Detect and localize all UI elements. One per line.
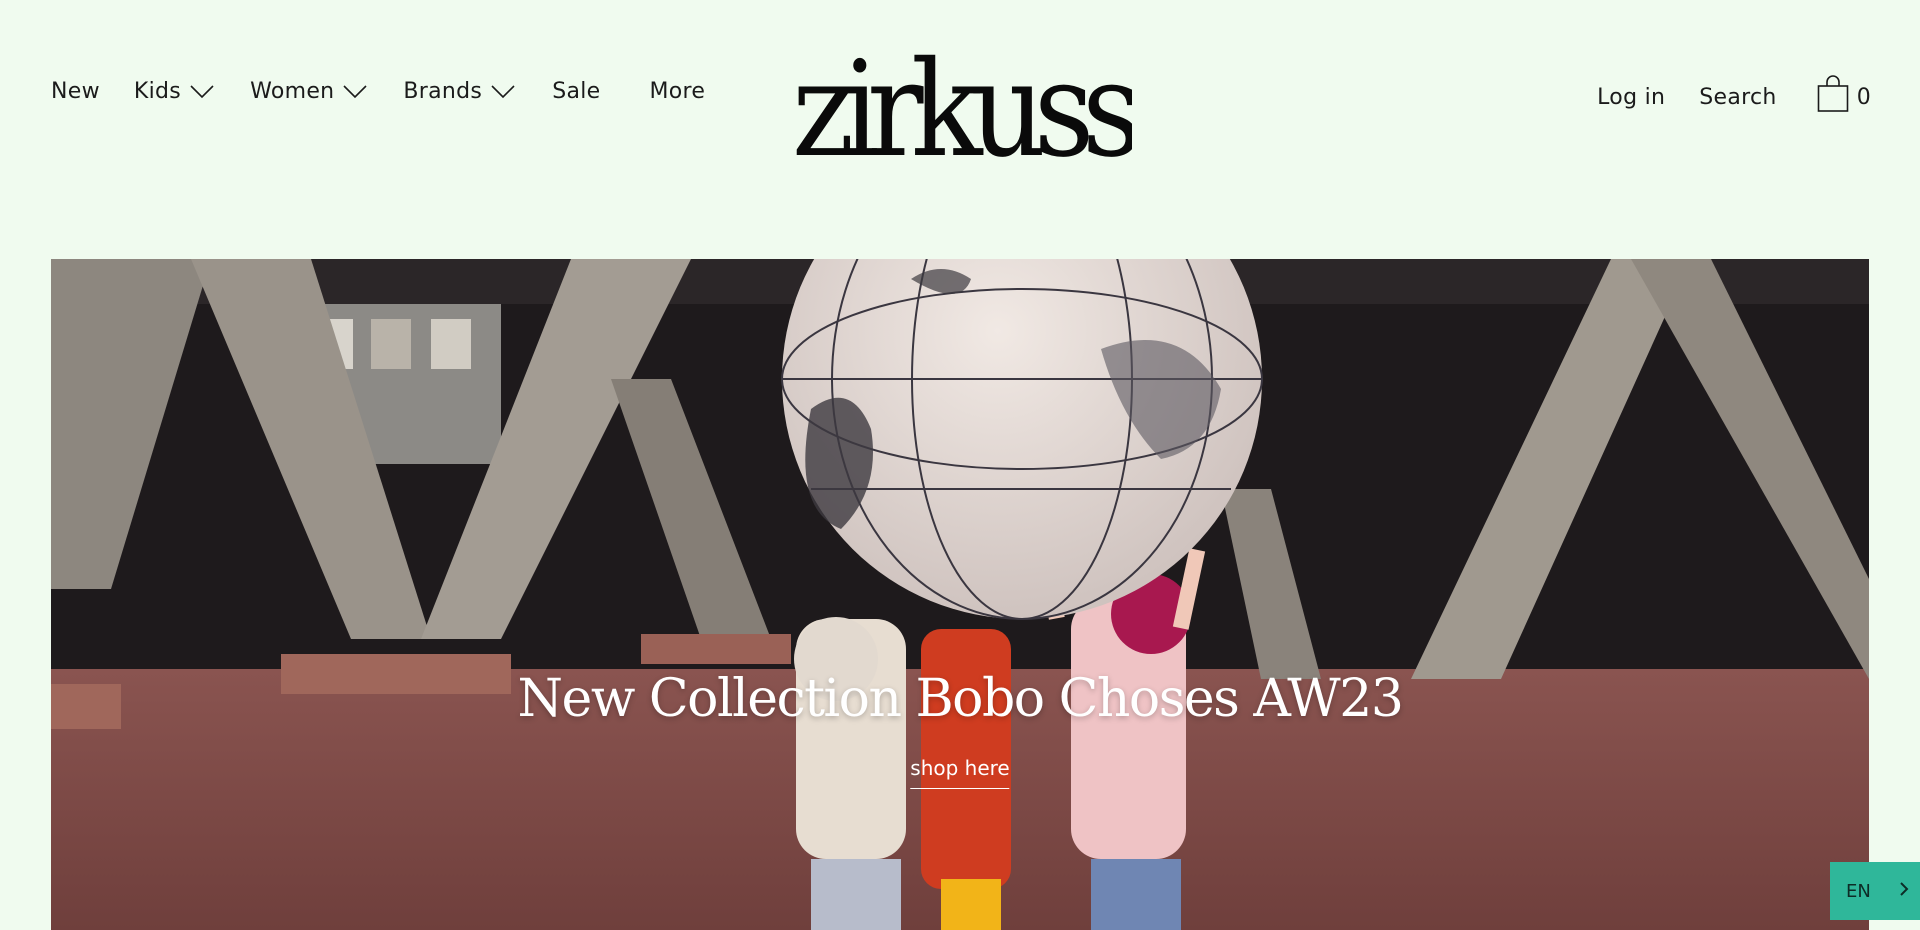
hero-title: New Collection Bobo Choses AW23 (517, 669, 1404, 729)
nav-women-label: Women (250, 79, 335, 104)
main-nav: New Kids Women Brands Sale More (51, 78, 705, 105)
language-selector[interactable]: EN (1830, 862, 1920, 920)
nav-women[interactable]: Women (250, 78, 367, 105)
hero-image (51, 259, 1869, 930)
cart-button[interactable]: 0 (1817, 75, 1871, 119)
chevron-right-icon (1898, 881, 1910, 902)
nav-more[interactable]: More (650, 79, 706, 104)
account-nav: Log in Search 0 (1597, 75, 1871, 119)
shopping-bag-icon (1817, 75, 1849, 119)
logo-wordmark: zirkuss (792, 33, 1151, 187)
hero-banner[interactable]: New Collection Bobo Choses AW23 shop her… (51, 259, 1869, 930)
shop-here-link[interactable]: shop here (910, 756, 1010, 789)
site-logo[interactable]: zirkuss (790, 14, 1151, 187)
nav-kids[interactable]: Kids (134, 78, 214, 105)
search-link[interactable]: Search (1699, 85, 1776, 110)
chevron-down-icon (491, 80, 515, 105)
nav-new[interactable]: New (51, 79, 100, 104)
site-header: New Kids Women Brands Sale More zirkuss … (0, 0, 1920, 200)
logo-text: zirkuss (792, 33, 1132, 164)
language-code: EN (1846, 880, 1871, 902)
nav-brands[interactable]: Brands (403, 78, 515, 105)
nav-new-label: New (51, 79, 100, 104)
nav-sale-label: Sale (552, 79, 601, 104)
nav-kids-label: Kids (133, 79, 182, 104)
chevron-down-icon (190, 80, 214, 105)
cart-count: 0 (1856, 84, 1871, 110)
nav-brands-label: Brands (403, 79, 483, 104)
chevron-down-icon (343, 80, 367, 105)
login-link[interactable]: Log in (1597, 85, 1665, 110)
nav-more-label: More (649, 79, 706, 104)
nav-sale[interactable]: Sale (552, 79, 600, 104)
